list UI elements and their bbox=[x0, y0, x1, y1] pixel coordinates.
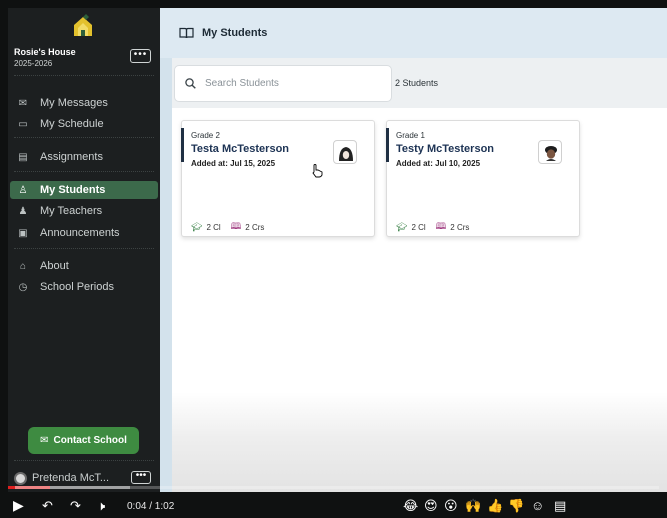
divider bbox=[14, 171, 154, 172]
student-portrait-icon bbox=[545, 146, 557, 161]
video-frame: Rosie's House 2025-2026 ••• ✉ My Message… bbox=[0, 0, 667, 518]
card-accent-bar bbox=[181, 128, 184, 162]
school-building-icon: ⌂ bbox=[19, 260, 27, 272]
student-portrait-icon bbox=[339, 147, 353, 161]
announcement-icon: ▣ bbox=[18, 227, 28, 239]
added-date: Added at: Jul 10, 2025 bbox=[396, 159, 481, 168]
thumbs-down-emoji-icon[interactable]: 👎 bbox=[508, 498, 524, 514]
sidebar-item-label: Announcements bbox=[40, 227, 120, 239]
sidebar-item-label: My Students bbox=[40, 184, 106, 196]
buffered-progress bbox=[15, 486, 130, 489]
house-options-button[interactable]: ••• bbox=[130, 49, 151, 63]
student-count: 2 Students bbox=[395, 78, 439, 88]
forward-icon[interactable]: ↷ bbox=[70, 498, 81, 514]
volume-icon[interactable]: 🕨 bbox=[97, 498, 105, 514]
book-icon: 🕮 bbox=[435, 221, 447, 231]
sidebar-item-my-students[interactable]: ♙ My Students bbox=[10, 181, 158, 199]
graduation-cap-icon: 🎓︎ bbox=[396, 221, 408, 232]
sidebar-item-label: My Messages bbox=[40, 97, 108, 109]
divider bbox=[14, 137, 154, 138]
search-input[interactable] bbox=[205, 78, 385, 89]
student-card[interactable]: Grade 1 Testy McTesterson Added at: Jul … bbox=[386, 120, 580, 237]
divider bbox=[14, 460, 154, 461]
calendar-icon: ▭ bbox=[18, 118, 28, 130]
sidebar-item-label: My Teachers bbox=[40, 205, 103, 217]
sidebar-item-label: Assignments bbox=[40, 151, 103, 163]
contact-school-label: Contact School bbox=[53, 435, 127, 446]
search-field[interactable] bbox=[174, 65, 392, 102]
sidebar-item-my-teachers[interactable]: ♟ My Teachers bbox=[10, 202, 158, 220]
main-content: My Students 2 Students Grade 2 Testa McT… bbox=[160, 8, 667, 492]
open-book-icon bbox=[179, 27, 194, 39]
mail-icon: ✉ bbox=[40, 435, 49, 446]
heart-eyes-emoji-icon[interactable]: 😍 bbox=[424, 498, 438, 514]
search-icon bbox=[185, 78, 196, 89]
hand-cursor-icon bbox=[312, 164, 323, 178]
student-avatar bbox=[333, 140, 357, 164]
student-stats: 🎓︎ 2 Cl 🕮 2 Crs bbox=[191, 219, 264, 235]
graduation-cap-icon: 🎓︎ bbox=[191, 221, 203, 232]
divider bbox=[14, 75, 154, 76]
add-reaction-icon[interactable]: ☺ bbox=[531, 498, 544, 513]
sidebar-item-my-messages[interactable]: ✉ My Messages bbox=[10, 94, 158, 112]
sidebar-item-label: School Periods bbox=[40, 281, 114, 293]
sidebar: Rosie's House 2025-2026 ••• ✉ My Message… bbox=[8, 8, 160, 492]
assignment-icon: ▤ bbox=[18, 151, 28, 163]
surprised-emoji-icon[interactable]: 😮 bbox=[444, 498, 458, 514]
school-year: 2025-2026 bbox=[14, 59, 53, 68]
school-logo-icon bbox=[74, 14, 92, 36]
transcript-icon[interactable]: ▤ bbox=[554, 498, 566, 514]
divider bbox=[14, 248, 154, 249]
thumbs-up-emoji-icon[interactable]: 👍 bbox=[487, 498, 503, 514]
user-options-button[interactable]: ••• bbox=[131, 471, 151, 484]
student-grid: Grade 2 Testa McTesterson Added at: Jul … bbox=[172, 108, 667, 492]
user-name: Pretenda McT... bbox=[32, 472, 110, 484]
class-count: 2 Cl bbox=[411, 222, 426, 232]
search-bar: 2 Students bbox=[172, 58, 667, 108]
course-count: 2 Crs bbox=[245, 222, 265, 232]
play-icon[interactable]: ▶ bbox=[13, 497, 24, 514]
video-progress-bar[interactable] bbox=[8, 486, 659, 489]
card-accent-bar bbox=[386, 128, 389, 162]
house-name: Rosie's House bbox=[14, 47, 76, 57]
user-account-row[interactable]: Pretenda McT... ••• bbox=[14, 470, 156, 486]
side-strip bbox=[160, 58, 172, 492]
sidebar-item-assignments[interactable]: ▤ Assignments bbox=[10, 148, 158, 166]
sidebar-item-school-periods[interactable]: ◷ School Periods bbox=[10, 278, 158, 296]
avatar bbox=[14, 471, 27, 485]
student-stats: 🎓︎ 2 Cl 🕮 2 Crs bbox=[396, 219, 469, 235]
sidebar-item-label: About bbox=[40, 260, 69, 272]
contact-school-button[interactable]: ✉ Contact School bbox=[28, 427, 139, 454]
student-name: Testy McTesterson bbox=[396, 143, 495, 155]
mail-icon: ✉ bbox=[18, 97, 28, 109]
sidebar-item-announcements[interactable]: ▣ Announcements bbox=[10, 224, 158, 242]
student-grade: Grade 1 bbox=[396, 131, 425, 140]
student-icon: ♙ bbox=[18, 184, 28, 196]
teacher-icon: ♟ bbox=[18, 205, 28, 217]
class-count: 2 Cl bbox=[206, 222, 221, 232]
student-name: Testa McTesterson bbox=[191, 143, 290, 155]
raised-hands-emoji-icon[interactable]: 🙌 bbox=[465, 498, 481, 514]
student-card[interactable]: Grade 2 Testa McTesterson Added at: Jul … bbox=[181, 120, 375, 237]
student-avatar bbox=[538, 140, 562, 164]
added-date: Added at: Jul 15, 2025 bbox=[191, 159, 276, 168]
course-count: 2 Crs bbox=[450, 222, 470, 232]
laughing-emoji-icon[interactable]: 😂 bbox=[403, 498, 418, 514]
clock-icon: ◷ bbox=[18, 281, 28, 293]
page-header: My Students bbox=[160, 8, 667, 58]
book-icon: 🕮 bbox=[230, 221, 242, 231]
sidebar-item-about[interactable]: ⌂ About bbox=[10, 257, 158, 275]
page-title: My Students bbox=[202, 27, 268, 39]
video-time: 0:04 / 1:02 bbox=[127, 501, 175, 512]
rewind-icon[interactable]: ↶ bbox=[42, 498, 53, 514]
sidebar-item-my-schedule[interactable]: ▭ My Schedule bbox=[10, 115, 158, 133]
student-grade: Grade 2 bbox=[191, 131, 220, 140]
video-controls: ▶ ↶ ↷ 🕨 0:04 / 1:02 😂 😍 😮 🙌 👍 👎 ☺ ▤ bbox=[0, 494, 667, 518]
sidebar-item-label: My Schedule bbox=[40, 118, 104, 130]
